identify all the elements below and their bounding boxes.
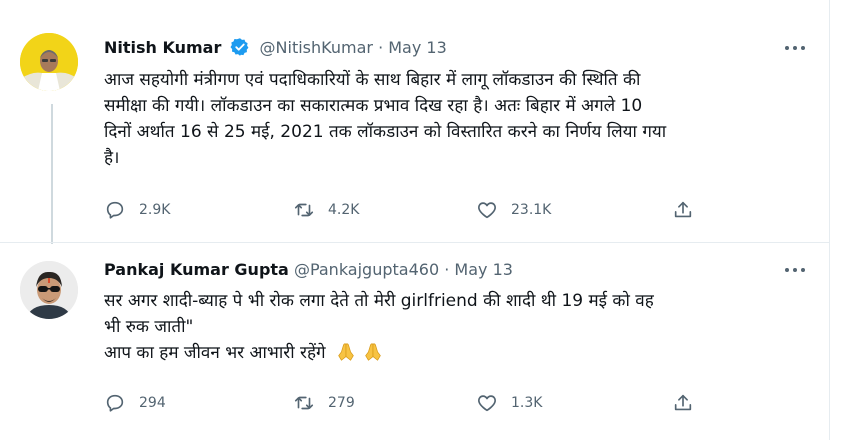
tweet-actions: 294 279 1.3K (104, 390, 804, 416)
author-name[interactable]: Pankaj Kumar Gupta (104, 260, 289, 279)
right-border (829, 0, 830, 440)
reply-icon (106, 394, 124, 412)
retweet-icon (294, 396, 314, 410)
avatar[interactable] (20, 33, 78, 91)
tweet-text-line-with-emoji: आप का हम जीवन भर आभारी रहेंगे (104, 340, 814, 366)
tweet-text-line: दिनों अर्थात 16 से 25 मई, 2021 तक लॉकडाउ… (104, 122, 667, 142)
reply-icon (106, 201, 124, 219)
more-options-icon[interactable] (780, 260, 810, 280)
tweet-header: Nitish Kumar @NitishKumar · May 13 (104, 37, 704, 59)
share-button[interactable] (672, 390, 707, 416)
share-icon (674, 394, 692, 411)
tweet-text-line: भी रुक जाती" (104, 317, 194, 337)
retweet-icon (294, 203, 314, 217)
separator-dot: · (444, 260, 450, 279)
share-button[interactable] (672, 197, 707, 223)
avatar[interactable] (20, 261, 78, 319)
tweet-header: Pankaj Kumar Gupta @Pankajgupta460 · May… (104, 259, 704, 281)
heart-icon (478, 395, 496, 412)
tweet-date[interactable]: May 13 (454, 260, 513, 279)
tweet-text-line: आप का हम जीवन भर आभारी रहेंगे (104, 343, 326, 363)
share-icon (674, 201, 692, 218)
avatar-image (20, 33, 78, 91)
tweet-text-line: आज सहयोगी मंत्रीगण एवं पदाधिकारियों के स… (104, 70, 641, 90)
author-handle[interactable]: @NitishKumar (260, 38, 373, 57)
tweet-text: सर अगर शादी-ब्याह पे भी रोक लगा देते तो … (104, 288, 814, 366)
tweet-text-line: समीक्षा की गयी। लॉकडाउन का सकारात्मक प्र… (104, 96, 643, 116)
tweet-date[interactable]: May 13 (388, 38, 447, 57)
retweet-count: 279 (328, 395, 355, 411)
author-handle[interactable]: @Pankajgupta460 (294, 260, 439, 279)
author-name[interactable]: Nitish Kumar (104, 38, 221, 57)
retweet-count: 4.2K (328, 202, 360, 218)
like-count: 23.1K (511, 202, 552, 218)
retweet-button[interactable]: 4.2K (293, 197, 359, 223)
folded-hands-emoji-icon (335, 341, 357, 363)
like-button[interactable]: 1.3K (476, 390, 542, 416)
reply-count: 294 (139, 395, 166, 411)
reply-count: 2.9K (139, 202, 171, 218)
folded-hands-emoji-icon (362, 341, 384, 363)
more-options-icon[interactable] (780, 38, 810, 58)
reply-button[interactable]: 2.9K (104, 197, 170, 223)
like-count: 1.3K (511, 395, 543, 411)
avatar-image (20, 261, 78, 319)
tweet-actions: 2.9K 4.2K 23.1K (104, 197, 804, 223)
tweet-text-line: सर अगर शादी-ब्याह पे भी रोक लगा देते तो … (104, 291, 654, 311)
tweet-nitish-kumar[interactable]: Nitish Kumar @NitishKumar · May 13 आज सह… (0, 0, 829, 242)
like-button[interactable]: 23.1K (476, 197, 551, 223)
tweet-text: आज सहयोगी मंत्रीगण एवं पदाधिकारियों के स… (104, 67, 814, 171)
tweet-text-line: है। (104, 148, 120, 168)
retweet-button[interactable]: 279 (293, 390, 355, 416)
separator-dot: · (378, 38, 384, 57)
heart-icon (478, 202, 496, 219)
tweet-pankaj-kumar-gupta[interactable]: Pankaj Kumar Gupta @Pankajgupta460 · May… (0, 243, 829, 440)
verified-badge-icon (230, 37, 250, 57)
reply-button[interactable]: 294 (104, 390, 166, 416)
